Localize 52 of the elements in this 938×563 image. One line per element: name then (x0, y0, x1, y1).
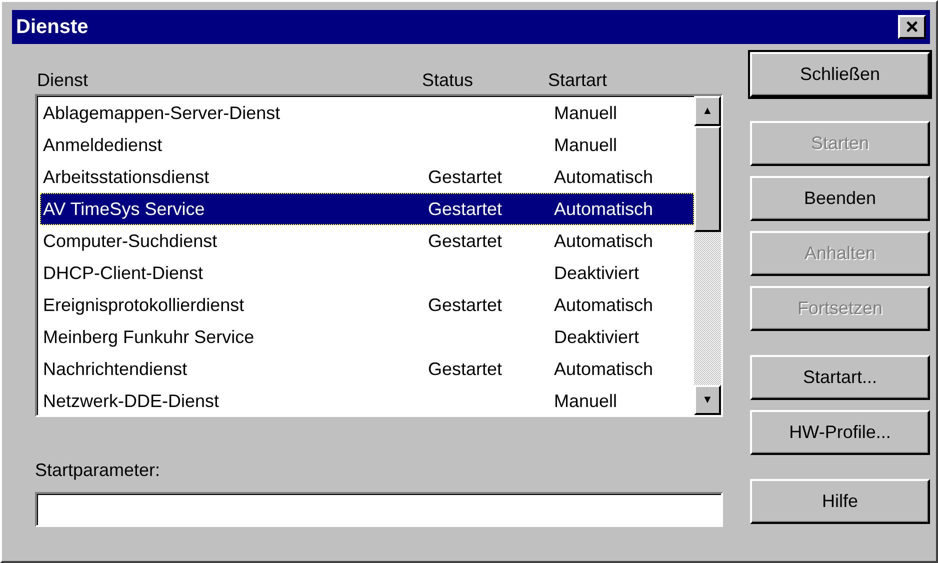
dialog-button[interactable]: Hilfe (750, 479, 930, 524)
list-row[interactable]: Anmeldedienst Manuell (40, 129, 694, 161)
dialog-button[interactable]: Schließen (750, 52, 930, 97)
service-status: Gestartet (428, 294, 502, 314)
field-label: Startparameter: (35, 460, 160, 480)
parameter-field[interactable] (35, 492, 723, 527)
service-name: Ablagemappen-Server-Dienst (43, 102, 280, 122)
service-name: Ereignisprotokollierdienst (43, 294, 244, 314)
service-status: Gestartet (428, 166, 502, 186)
service-name: Meinberg Funkuhr Service (43, 326, 254, 346)
column-header: Status (422, 68, 474, 92)
scroll-down-button[interactable]: ▼ (694, 385, 721, 415)
dialog-button[interactable]: Beenden (750, 176, 930, 221)
window-title: Dienste (16, 15, 88, 40)
list-row[interactable]: Ablagemappen-Server-Dienst Manuell (40, 97, 694, 129)
startup-type: Manuell (554, 102, 618, 122)
startup-type: Automatisch (554, 198, 654, 218)
list-row[interactable]: Meinberg Funkuhr Service Deaktiviert (40, 321, 694, 353)
list-row[interactable]: Ereignisprotokollierdienst Gestartet Automatisch (40, 289, 694, 321)
service-name: Arbeitsstationsdienst (43, 166, 210, 186)
list-row[interactable]: Nachrichtendienst Gestartet Automatisch (40, 353, 694, 385)
dialog-button[interactable]: HW-Profile... (750, 410, 930, 455)
service-list[interactable] (35, 94, 723, 417)
service-name: Nachrichtendienst (43, 358, 188, 378)
startup-type: Deaktiviert (554, 262, 640, 282)
list-row[interactable]: Computer-Suchdienst Gestartet Automatisch (40, 225, 694, 257)
list-row[interactable]: AV TimeSys Service Gestartet Automatisch (40, 193, 694, 225)
list-row[interactable]: DHCP-Client-Dienst Deaktiviert (40, 257, 694, 289)
scroll-up-button[interactable]: ▲ (694, 96, 721, 126)
column-header: Startart (548, 68, 608, 92)
startup-type: Automatisch (554, 358, 654, 378)
service-status: Gestartet (428, 358, 502, 378)
startup-type: Automatisch (554, 166, 654, 186)
list-row[interactable]: Netzwerk-DDE-Dienst Manuell (40, 385, 694, 417)
scroll-thumb[interactable] (694, 126, 721, 232)
startup-type: Automatisch (554, 230, 654, 250)
service-name: AV TimeSys Service (43, 198, 205, 218)
scrollbar[interactable]: ▲ ▼ (694, 96, 721, 415)
service-name: Anmeldedienst (43, 134, 162, 154)
startup-type: Automatisch (554, 294, 654, 314)
service-name: Computer-Suchdienst (43, 230, 218, 250)
service-status: Gestartet (428, 230, 502, 250)
startup-type: Manuell (554, 134, 618, 154)
service-name: Netzwerk-DDE-Dienst (43, 390, 220, 410)
list-row[interactable]: Arbeitsstationsdienst Gestartet Automatisch (40, 161, 694, 193)
close-button[interactable]: × (898, 15, 926, 39)
startup-type: Manuell (554, 390, 618, 410)
service-status: Gestartet (428, 198, 502, 218)
startup-type: Deaktiviert (554, 326, 640, 346)
service-name: DHCP-Client-Dienst (43, 262, 204, 282)
dialog-button[interactable]: Startart... (750, 355, 930, 400)
column-header: Dienst (37, 68, 88, 92)
